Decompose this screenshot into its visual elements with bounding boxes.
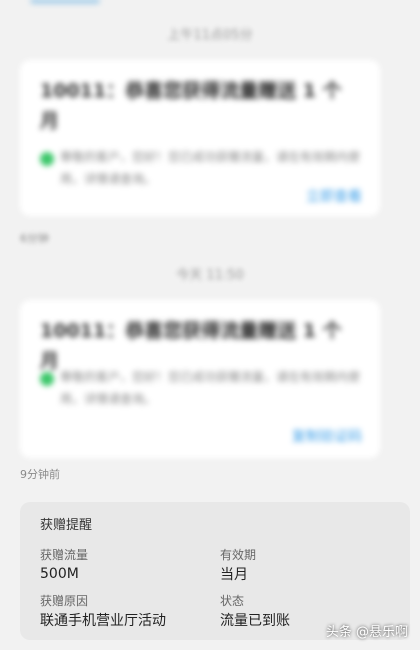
message-body: 尊敬的客户，您好！您已成功获赠流量，请在有效期内使用，详情请查询。 — [60, 370, 361, 406]
view-link[interactable]: 立即查看 — [306, 186, 362, 206]
message-title: 10011：恭喜您获得流量赠送 1 个月 — [40, 80, 342, 132]
gift-heading: 获赠提醒 — [40, 518, 93, 533]
check-icon — [40, 152, 54, 166]
status-label: 状态 — [220, 594, 245, 608]
gift-reminder-card: 获赠提醒 获赠流量 500M 有效期 当月 获赠原因 联通手机营业厅活动 状态 … — [20, 502, 410, 640]
message-card[interactable]: 10011：恭喜您获得流量赠送 1 个月 尊敬的客户，您好！您已成功获赠流量，请… — [20, 300, 380, 458]
validity-label: 有效期 — [220, 548, 257, 562]
gift-reason-value: 联通手机营业厅活动 — [40, 613, 166, 629]
message-body: 尊敬的客户，您好！您已成功获赠流量，请在有效期内使用，详情请查询。 — [60, 150, 361, 186]
gift-reason-label: 获赠原因 — [40, 594, 89, 608]
message-time-separator: 上午11点05分 — [167, 28, 253, 43]
gift-amount-label: 获赠流量 — [40, 548, 89, 562]
gift-amount-value: 500M — [40, 566, 79, 582]
message-card[interactable]: 10011：恭喜您获得流量赠送 1 个月 尊敬的客户，您好！您已成功获赠流量，请… — [20, 60, 380, 216]
watermark: 头条 @悬乐啊 — [325, 625, 408, 640]
message-time-separator: 今天 11:50 — [176, 268, 244, 283]
message-timestamp: 6分钟 — [20, 232, 49, 245]
validity-value: 当月 — [220, 567, 248, 583]
top-bar-fragment — [30, 0, 100, 4]
check-icon — [40, 372, 54, 386]
status-value: 流量已到账 — [220, 613, 290, 629]
message-timestamp: 9分钟前 — [20, 468, 60, 481]
copy-code-link[interactable]: 复制验证码 — [292, 426, 362, 446]
